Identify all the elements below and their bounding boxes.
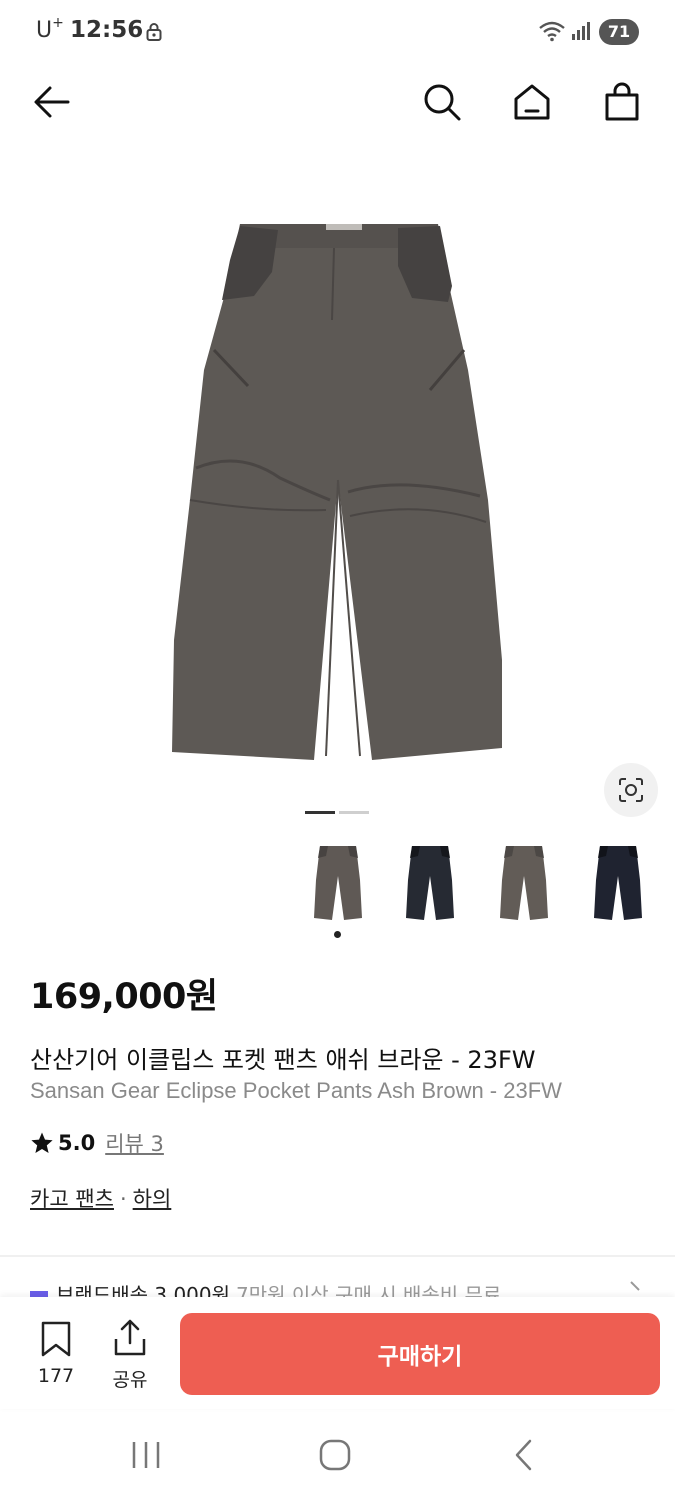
bookmark-button[interactable]: 177 <box>30 1321 82 1391</box>
color-swatch-navy-2[interactable] <box>588 840 648 924</box>
bookmark-icon <box>41 1321 71 1357</box>
review-count-link[interactable]: 리뷰 3 <box>105 1128 164 1158</box>
camera-search-icon <box>619 778 643 802</box>
product-main-image[interactable] <box>150 200 525 780</box>
category-breadcrumb: 카고 팬츠 · 하의 <box>30 1183 171 1213</box>
buy-button[interactable]: 구매하기 <box>180 1313 660 1395</box>
color-swatch-navy[interactable] <box>400 840 460 924</box>
back-button[interactable] <box>28 78 76 126</box>
search-icon <box>424 84 461 121</box>
category-link-cargo-pants[interactable]: 카고 팬츠 <box>30 1187 114 1211</box>
share-icon <box>114 1319 146 1356</box>
search-button[interactable] <box>418 78 466 126</box>
pager-indicator-active <box>305 811 335 814</box>
clock: 12:56 <box>70 17 144 43</box>
home-nav-icon[interactable] <box>318 1439 352 1471</box>
share-button[interactable]: 공유 <box>104 1319 156 1391</box>
rating-score: 5.0 <box>58 1131 96 1155</box>
product-name-korean: 산산기어 이클립스 포켓 팬츠 애쉬 브라운 - 23FW <box>30 1046 536 1074</box>
system-navigation-bar <box>0 1409 675 1500</box>
product-price: 169,000원 <box>30 977 218 1017</box>
share-label: 공유 <box>112 1369 148 1391</box>
chevron-right-icon <box>630 1281 640 1291</box>
pager-indicator <box>339 811 369 814</box>
pants-thumbnail <box>594 846 642 920</box>
wifi-icon <box>539 21 565 42</box>
category-separator: · <box>119 1187 127 1211</box>
star-icon <box>31 1132 53 1153</box>
home-icon <box>514 84 550 120</box>
cart-button[interactable] <box>598 78 646 126</box>
shipping-free-threshold: 7만원 이상 구매 시 배송비 무료 <box>236 1283 502 1297</box>
pants-thumbnail <box>314 846 362 920</box>
shipping-fee: 브랜드배송 3,000원 <box>56 1283 231 1297</box>
signal-icon <box>572 22 590 40</box>
pants-thumbnail <box>406 846 454 920</box>
pants-illustration <box>172 224 502 760</box>
home-button[interactable] <box>508 78 556 126</box>
bottom-action-bar: 177 공유 구매하기 <box>0 1297 675 1409</box>
battery-indicator: 71 <box>599 19 639 45</box>
product-name-english: Sansan Gear Eclipse Pocket Pants Ash Bro… <box>30 1078 562 1103</box>
shipping-info-row[interactable]: 브랜드배송 3,000원 7만원 이상 구매 시 배송비 무료 <box>30 1279 650 1297</box>
rating-row: 5.0 리뷰 3 <box>30 1128 164 1158</box>
app-header <box>0 64 675 144</box>
color-swatch-ash-brown-2[interactable] <box>494 840 554 924</box>
image-search-button[interactable] <box>604 763 658 817</box>
shopping-bag-icon <box>605 82 639 121</box>
status-bar: U+ 12:56 71 <box>0 0 675 64</box>
carrier-label: U+ <box>36 15 64 43</box>
lock-icon <box>146 23 162 41</box>
back-nav-icon[interactable] <box>512 1439 536 1471</box>
category-link-bottoms[interactable]: 하의 <box>133 1187 172 1211</box>
pants-thumbnail <box>500 846 548 920</box>
bookmark-count: 177 <box>37 1365 75 1387</box>
selected-swatch-indicator <box>334 931 341 938</box>
section-divider <box>0 1255 675 1257</box>
recent-apps-icon[interactable] <box>130 1439 162 1471</box>
color-swatch-ash-brown[interactable] <box>308 840 368 924</box>
back-arrow-icon <box>34 86 70 118</box>
